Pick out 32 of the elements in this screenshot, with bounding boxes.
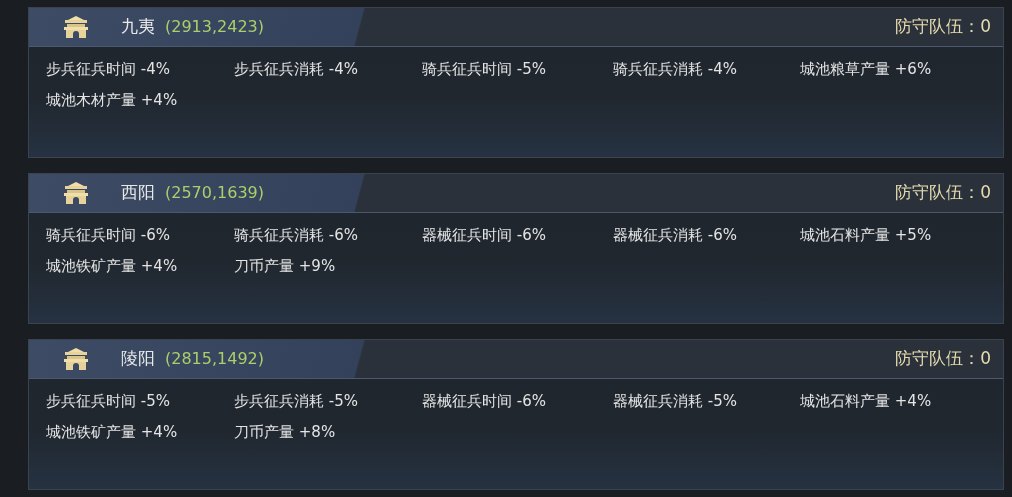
- defense-team-count: 防守队伍：0: [895, 347, 991, 371]
- effect-text: 步兵征兵时间 -5%: [46, 391, 171, 412]
- effect-text: 城池铁矿产量 +4%: [46, 256, 179, 277]
- effect-text: 城池石料产量 +4%: [800, 391, 933, 412]
- effect-text: 城池粮草产量 +6%: [800, 59, 933, 80]
- effect-text: 骑兵征兵时间 -6%: [46, 225, 171, 246]
- city-name: 九夷: [121, 15, 155, 39]
- city-coordinates: (2913,2423): [165, 16, 264, 38]
- effect-text: 器械征兵消耗 -6%: [613, 225, 738, 246]
- city-name: 西阳: [121, 181, 155, 205]
- effect-text: 城池石料产量 +5%: [800, 225, 933, 246]
- effect-text: 城池铁矿产量 +4%: [46, 422, 179, 443]
- city-gate-icon: [62, 15, 90, 39]
- effect-text: 骑兵征兵消耗 -4%: [613, 59, 738, 80]
- effect-text: 刀币产量 +9%: [234, 256, 337, 277]
- city-coordinates: (2815,1492): [165, 348, 264, 370]
- effect-text: 刀币产量 +8%: [234, 422, 337, 443]
- effect-text: 步兵征兵消耗 -5%: [234, 391, 359, 412]
- defense-team-count: 防守队伍：0: [895, 15, 991, 39]
- city-coordinates: (2570,1639): [165, 182, 264, 204]
- effect-text: 骑兵征兵时间 -5%: [422, 59, 547, 80]
- effect-text: 城池木材产量 +4%: [46, 90, 179, 111]
- effect-text: 骑兵征兵消耗 -6%: [234, 225, 359, 246]
- city-gate-icon: [62, 181, 90, 205]
- city-name: 陵阳: [121, 347, 155, 371]
- effect-text: 步兵征兵消耗 -4%: [234, 59, 359, 80]
- effect-text: 器械征兵时间 -6%: [422, 225, 547, 246]
- effect-text: 器械征兵消耗 -5%: [613, 391, 738, 412]
- effect-text: 步兵征兵时间 -4%: [46, 59, 171, 80]
- city-gate-icon: [62, 347, 90, 371]
- effect-text: 器械征兵时间 -6%: [422, 391, 547, 412]
- defense-team-count: 防守队伍：0: [895, 181, 991, 205]
